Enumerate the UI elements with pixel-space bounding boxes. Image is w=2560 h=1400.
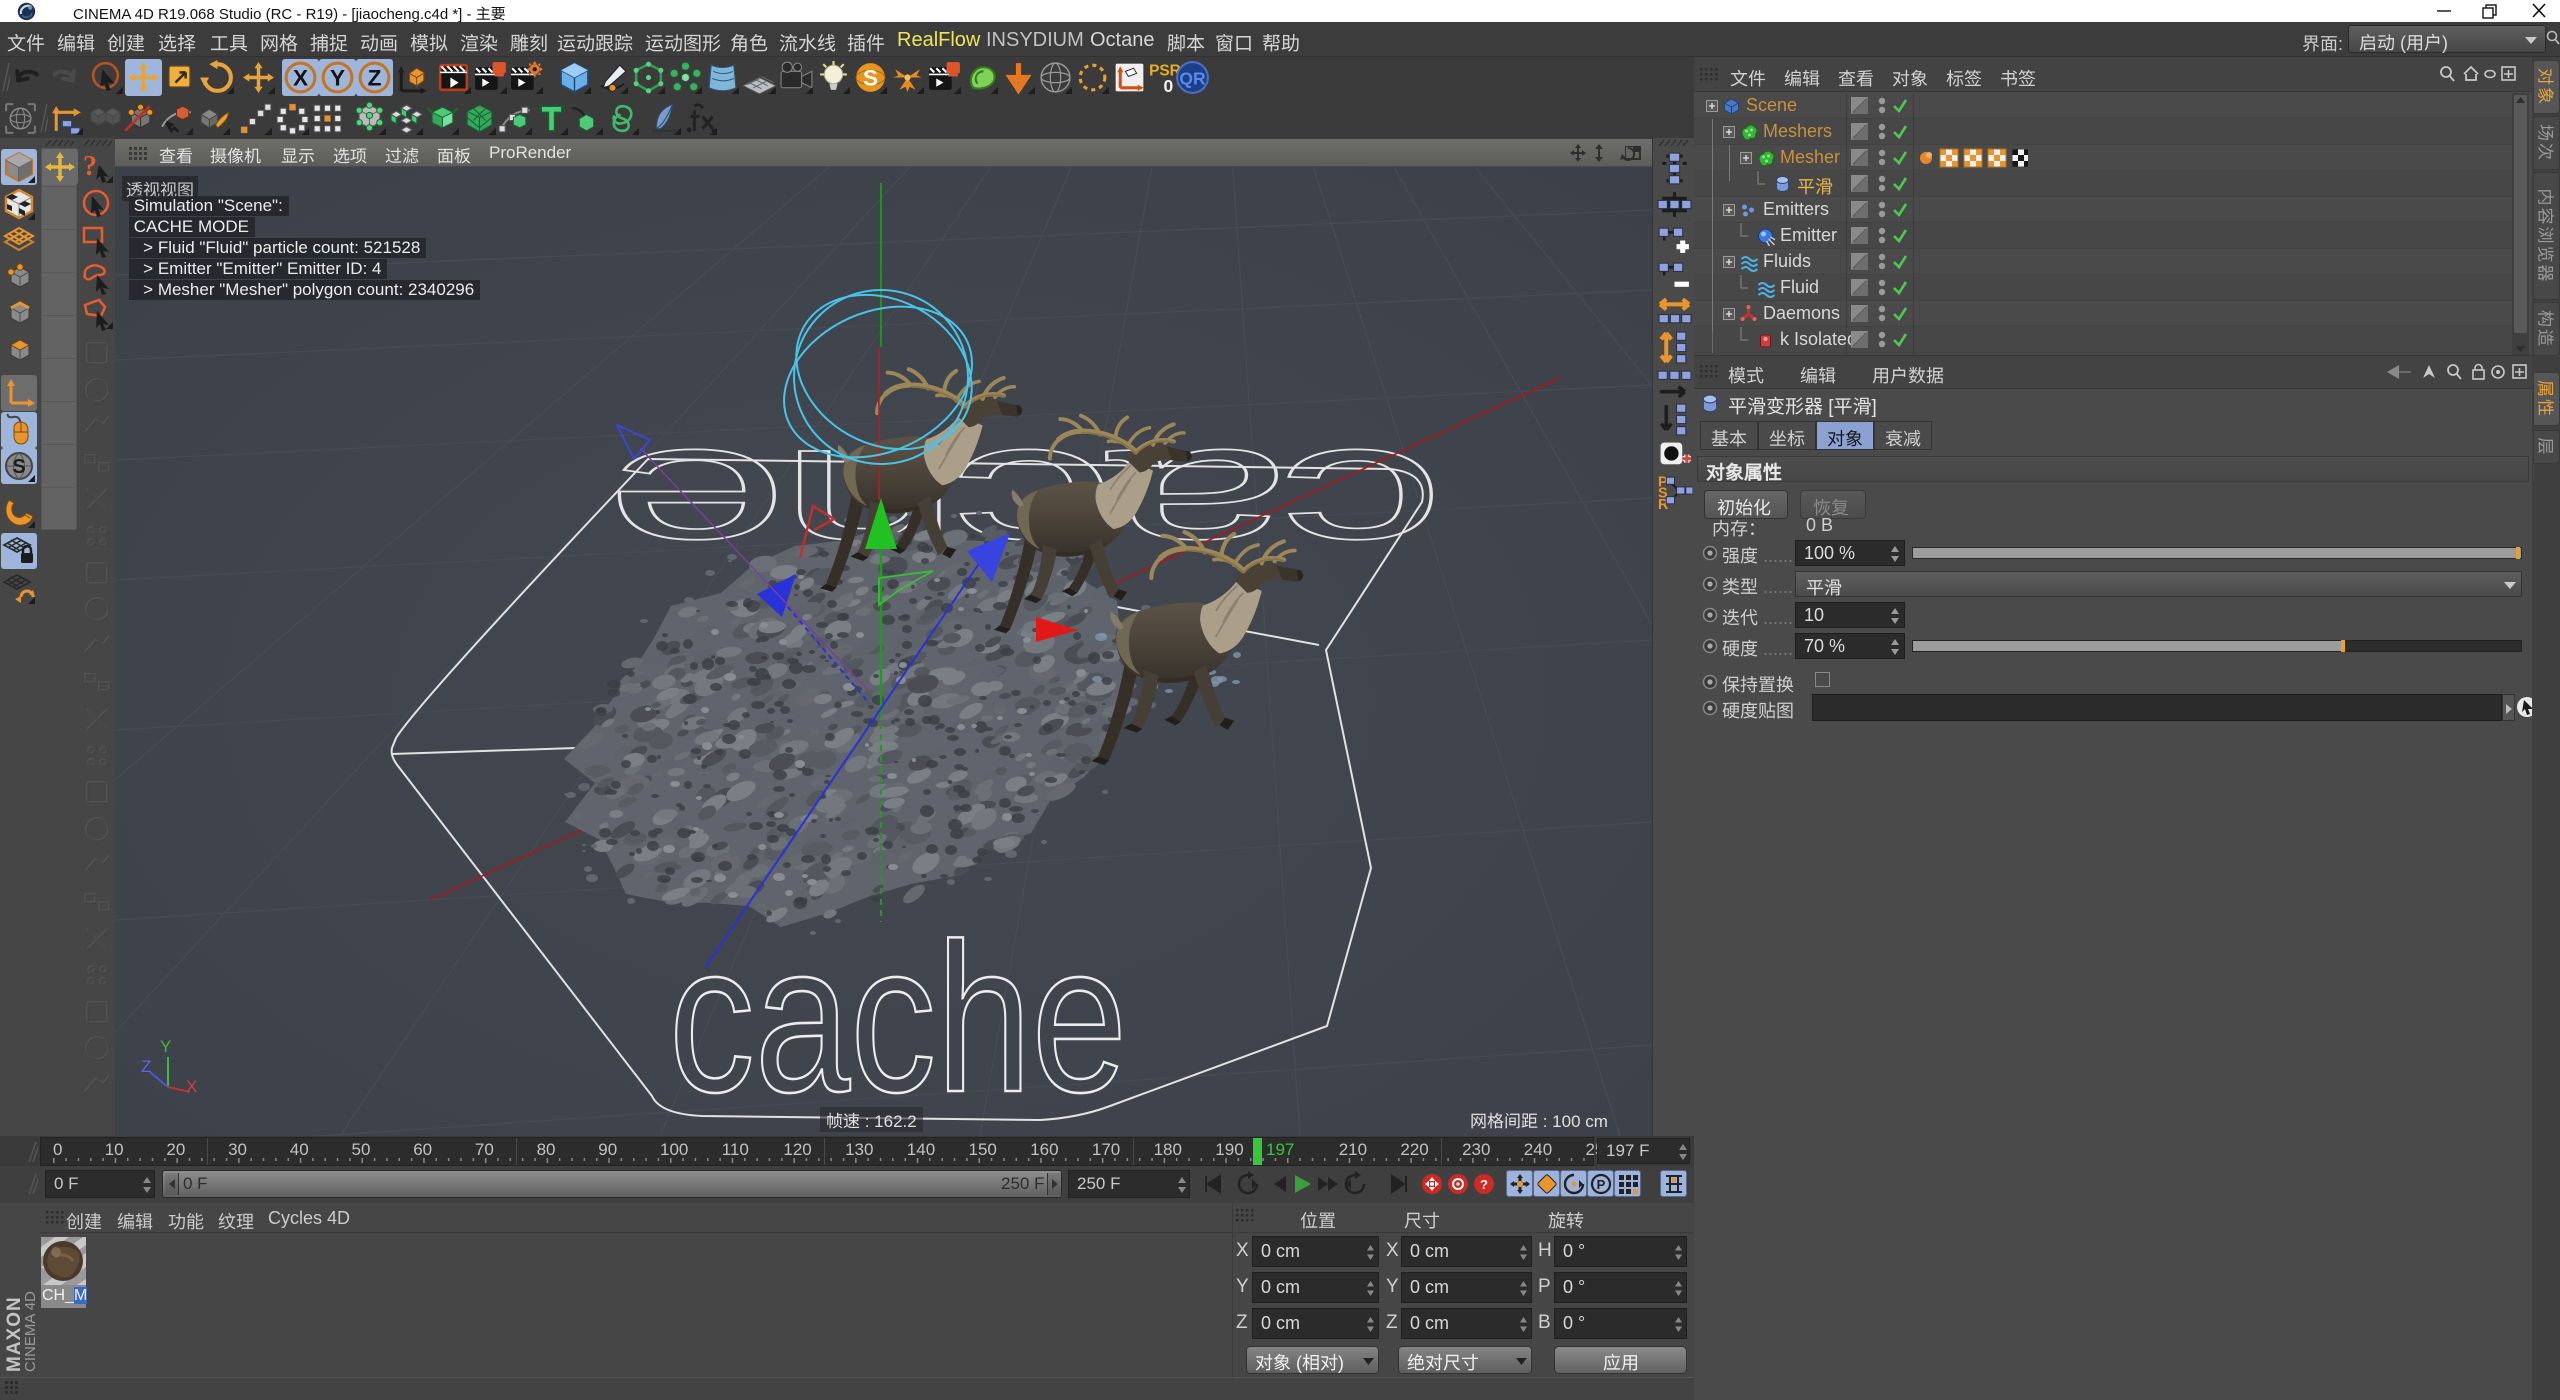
svg-text:Y: Y [160, 1037, 171, 1056]
svg-text:Z: Z [368, 66, 382, 91]
svg-text:Z: Z [141, 1057, 151, 1076]
svg-text:QR: QR [1179, 69, 1206, 89]
svg-text:S: S [863, 66, 878, 91]
svg-text:?: ? [83, 151, 97, 182]
svg-text:Y: Y [330, 66, 345, 91]
svg-text:cache: cache [669, 899, 1127, 1136]
svg-text:?: ? [1480, 1177, 1488, 1192]
svg-text:X: X [186, 1077, 197, 1096]
svg-text:0: 0 [1164, 76, 1174, 96]
svg-text:S: S [12, 456, 25, 478]
svg-text:X: X [293, 66, 308, 91]
svg-text:P: P [1597, 1177, 1606, 1192]
